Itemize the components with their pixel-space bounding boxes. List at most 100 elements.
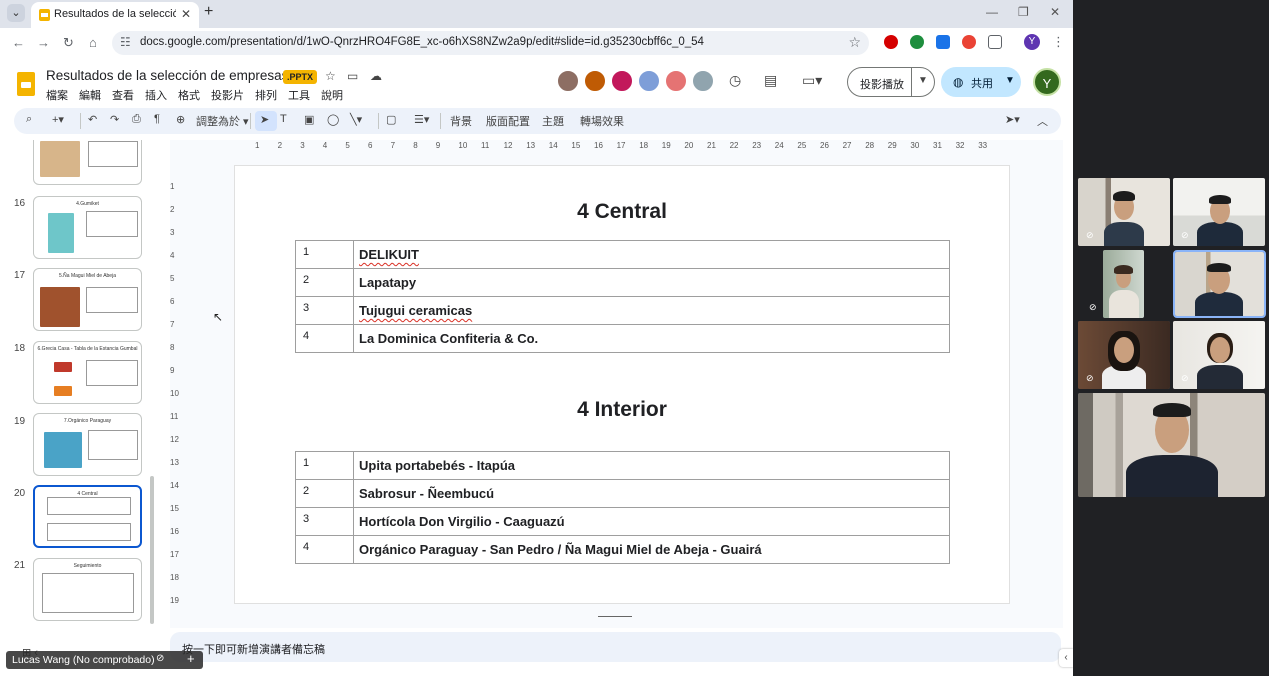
new-slide-icon[interactable]: +▾: [52, 113, 64, 126]
shape-icon[interactable]: ◯: [327, 113, 339, 126]
print-icon[interactable]: ⎙: [132, 113, 141, 126]
table-cell-number[interactable]: 1: [295, 240, 354, 269]
transition-button[interactable]: 轉場效果: [580, 113, 624, 129]
table-row[interactable]: 1 Upita portabebés - Itapúa: [295, 451, 950, 480]
paint-format-icon[interactable]: ¶: [154, 113, 160, 125]
side-panel-toggle-icon[interactable]: ‹: [1059, 649, 1073, 667]
browser-menu-icon[interactable]: ⋮: [1052, 34, 1065, 50]
pointer-mode-icon[interactable]: ➤▾: [1005, 113, 1020, 126]
menu-insert[interactable]: 插入: [145, 87, 167, 103]
browser-profile-avatar[interactable]: Y: [1024, 34, 1040, 50]
participant-video-tile-active[interactable]: [1173, 250, 1266, 318]
table-row[interactable]: 4 La Dominica Confiteria & Co.: [295, 324, 950, 353]
meet-camera-icon[interactable]: ▭▾: [802, 72, 822, 89]
participant-video-tile-large[interactable]: [1078, 393, 1265, 497]
tab-search-icon[interactable]: ⌄: [7, 4, 25, 22]
new-tab-button[interactable]: +: [204, 3, 213, 21]
collaborator-avatar[interactable]: [691, 69, 715, 93]
site-info-icon[interactable]: ☷: [120, 35, 131, 49]
menu-edit[interactable]: 編輯: [79, 87, 101, 103]
star-icon[interactable]: ☆: [325, 69, 336, 83]
redo-icon[interactable]: ↷: [110, 113, 119, 126]
zoom-select[interactable]: 調整為於 ▾: [196, 113, 249, 129]
extension-opera-icon[interactable]: [884, 35, 898, 49]
participant-video-tile[interactable]: ⊘: [1173, 178, 1265, 246]
participant-video-tile[interactable]: ⊘: [1173, 321, 1265, 389]
share-button[interactable]: ◍ 共用 ▼: [941, 67, 1021, 97]
add-icon[interactable]: +: [187, 651, 195, 666]
layout-button[interactable]: 版面配置: [486, 113, 530, 129]
table-cell-name[interactable]: Upita portabebés - Itapúa: [353, 451, 950, 480]
table-cell-name[interactable]: Lapatapy: [353, 268, 950, 297]
present-dropdown-icon[interactable]: ▼: [918, 75, 928, 86]
minimize-button[interactable]: —: [986, 5, 998, 19]
notes-resize-handle[interactable]: [598, 616, 632, 617]
slides-logo-icon[interactable]: [17, 72, 35, 96]
collapse-toolbar-icon[interactable]: ︿: [1037, 113, 1048, 129]
browser-tab[interactable]: Resultados de la selección de ✕: [31, 2, 199, 28]
tab-close-icon[interactable]: ✕: [181, 7, 191, 21]
table-row[interactable]: 3 Tujugui ceramicas: [295, 296, 950, 325]
table-cell-name[interactable]: DELIKUIT: [353, 240, 950, 269]
add-comment-icon[interactable]: ▢: [386, 113, 396, 126]
share-dropdown-icon[interactable]: ▼: [1005, 75, 1015, 86]
table-row[interactable]: 4 Orgánico Paraguay - San Pedro / Ña Mag…: [295, 535, 950, 564]
table-cell-number[interactable]: 4: [295, 324, 354, 353]
central-table[interactable]: 1 DELIKUIT 2 Lapatapy 3 Tujugui ceramica…: [295, 240, 950, 353]
select-tool-icon[interactable]: ➤: [260, 113, 269, 126]
participant-video-tile[interactable]: ⊘: [1078, 178, 1170, 246]
collaborator-avatar[interactable]: [664, 69, 688, 93]
collaborator-avatar[interactable]: [583, 69, 607, 93]
move-folder-icon[interactable]: ▭: [347, 69, 358, 83]
search-menus-icon[interactable]: ⌕: [26, 113, 32, 126]
home-icon[interactable]: ⌂: [89, 35, 97, 50]
slide-thumbnail[interactable]: 7.Orgánico Paraguay: [33, 413, 142, 476]
extensions-puzzle-icon[interactable]: [988, 35, 1002, 49]
extension-translate-icon[interactable]: [936, 35, 950, 49]
filmstrip-scrollbar[interactable]: [150, 476, 154, 624]
theme-button[interactable]: 主題: [542, 113, 564, 129]
table-row[interactable]: 3 Hortícola Don Virgilio - Caaguazú: [295, 507, 950, 536]
slide-thumbnail[interactable]: 5.Ña Magui Miel de Abeja: [33, 268, 142, 331]
slide[interactable]: 4 Central 1 DELIKUIT 2 Lapatapy 3 Tujugu…: [235, 166, 1009, 603]
participant-video-tile[interactable]: [1103, 250, 1144, 318]
table-cell-number[interactable]: 2: [295, 268, 354, 297]
collaborator-avatar[interactable]: [637, 69, 661, 93]
extension-record-icon[interactable]: [962, 35, 976, 49]
table-row[interactable]: 2 Sabrosur - Ñeembucú: [295, 479, 950, 508]
restore-button[interactable]: ❐: [1018, 5, 1029, 19]
slide-thumbnail-selected[interactable]: 4 Central: [33, 485, 142, 548]
table-cell-number[interactable]: 4: [295, 535, 354, 564]
line-icon[interactable]: ╲▾: [350, 113, 362, 126]
undo-icon[interactable]: ↶: [88, 113, 97, 126]
table-cell-number[interactable]: 1: [295, 451, 354, 480]
omnibox[interactable]: ☷ docs.google.com/presentation/d/1wO-Qnr…: [112, 31, 869, 55]
table-cell-name[interactable]: Sabrosur - Ñeembucú: [353, 479, 950, 508]
user-avatar[interactable]: Y: [1033, 68, 1061, 96]
document-title[interactable]: Resultados de la selección de empresas: [46, 68, 288, 83]
table-cell-name[interactable]: Tujugui ceramicas: [353, 296, 950, 325]
slide-thumbnail[interactable]: Seguimiento: [33, 558, 142, 621]
present-button[interactable]: 投影播放 ▼: [847, 67, 935, 97]
speaker-notes-placeholder[interactable]: 按一下即可新增演講者備忘稿: [182, 641, 325, 657]
background-button[interactable]: 背景: [450, 113, 472, 129]
mic-off-icon[interactable]: ⊘: [156, 653, 164, 664]
forward-icon[interactable]: →: [37, 35, 50, 50]
insert-image-icon[interactable]: ▣: [304, 113, 314, 126]
table-cell-number[interactable]: 3: [295, 296, 354, 325]
collaborator-avatar[interactable]: [610, 69, 634, 93]
bookmark-star-icon[interactable]: ☆: [848, 34, 861, 51]
speaker-notes[interactable]: 按一下即可新增演講者備忘稿: [170, 632, 1061, 662]
comments-icon[interactable]: ▤: [764, 72, 777, 89]
menu-file[interactable]: 檔案: [46, 87, 68, 103]
menu-arrange[interactable]: 排列: [255, 87, 277, 103]
collaborator-avatar[interactable]: [556, 69, 580, 93]
text-box-icon[interactable]: T: [280, 113, 287, 125]
menu-slide[interactable]: 投影片: [211, 87, 244, 103]
table-cell-number[interactable]: 2: [295, 479, 354, 508]
menu-view[interactable]: 查看: [112, 87, 134, 103]
zoom-icon[interactable]: ⊕: [176, 113, 185, 126]
version-history-icon[interactable]: ◷: [729, 72, 741, 89]
table-row[interactable]: 2 Lapatapy: [295, 268, 950, 297]
table-cell-name[interactable]: Orgánico Paraguay - San Pedro / Ña Magui…: [353, 535, 950, 564]
